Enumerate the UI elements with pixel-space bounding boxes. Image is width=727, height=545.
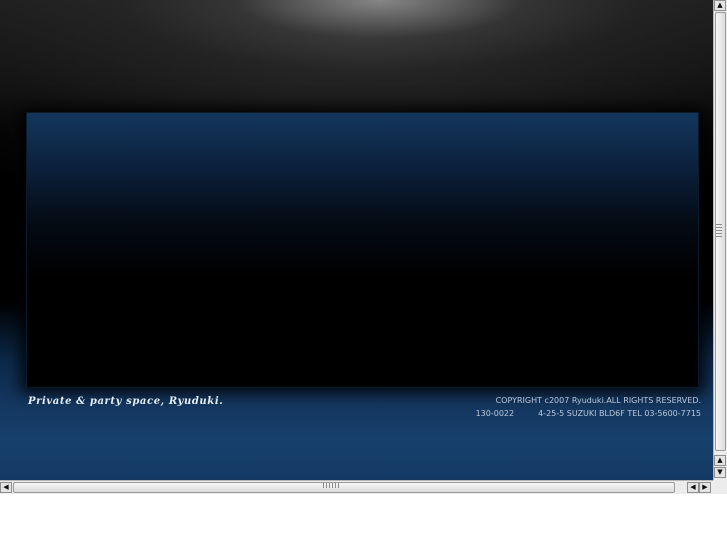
postal-code: 130-0022 — [475, 409, 515, 418]
scroll-down-button[interactable]: ▼ — [714, 467, 726, 478]
arrow-left-icon: ◀ — [690, 483, 696, 491]
vertical-scrollbar[interactable]: ▲ ▲ ▼ — [713, 0, 727, 480]
arrow-down-icon: ▼ — [717, 468, 723, 476]
grip-icon — [716, 224, 722, 238]
scroll-left-button[interactable]: ◀ — [0, 482, 12, 493]
arrow-left-icon: ◀ — [3, 483, 9, 491]
address-text: 4-25-5 SUZUKI BLD6F TEL 03-5600-7715 — [538, 409, 701, 418]
footer-info: COPYRIGHT c2007 Ryuduki.ALL RIGHTS RESER… — [476, 394, 701, 420]
site-tagline: Private & party space, Ryuduki. — [28, 396, 224, 407]
horizontal-scrollbar[interactable]: ◀ ◀ ▶ — [0, 480, 713, 494]
scrollbar-corner — [713, 480, 727, 494]
scroll-left-button-right[interactable]: ◀ — [687, 482, 699, 493]
arrow-up-icon: ▲ — [717, 1, 723, 9]
main-content-panel — [27, 113, 698, 387]
arrow-right-icon: ▶ — [702, 483, 708, 491]
scroll-up-button-lower[interactable]: ▲ — [714, 455, 726, 466]
address-line: 130-0022 4-25-5 SUZUKI BLD6F TEL 03-5600… — [476, 407, 701, 420]
arrow-up-icon: ▲ — [717, 456, 723, 464]
scroll-right-button[interactable]: ▶ — [699, 482, 711, 493]
copyright-text: COPYRIGHT c2007 Ryuduki.ALL RIGHTS RESER… — [495, 396, 701, 405]
horizontal-scroll-thumb[interactable] — [13, 482, 675, 493]
scroll-up-button[interactable]: ▲ — [714, 0, 726, 11]
page-viewport: Private & party space, Ryuduki. COPYRIGH… — [0, 0, 713, 480]
grip-icon — [323, 483, 339, 488]
